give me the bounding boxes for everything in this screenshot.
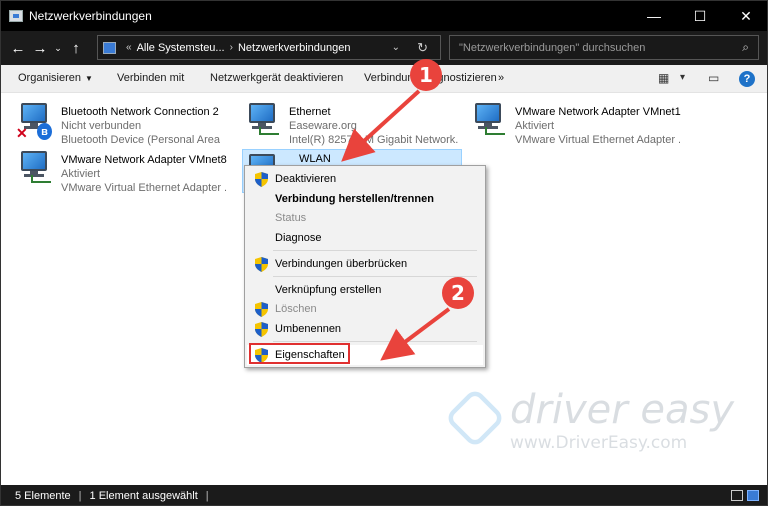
more-commands-button[interactable]: »: [498, 72, 504, 84]
uac-shield-icon: [255, 257, 268, 272]
chevron-down-icon: ▼: [84, 74, 93, 83]
connection-name: WLAN: [299, 153, 331, 165]
menu-item-bridge[interactable]: Verbindungen überbrücken: [247, 254, 483, 274]
connection-name: VMware Network Adapter VMnet1: [515, 106, 681, 118]
address-bar[interactable]: « Alle Systemsteu... › Netzwerkverbindun…: [97, 35, 441, 60]
drivereasy-watermark: driver easy www.DriverEasy.com: [444, 385, 736, 455]
menu-item-connect-disconnect[interactable]: Verbindung herstellen/trennen: [247, 189, 483, 209]
menu-item-label: Diagnose: [275, 232, 322, 244]
maximize-button[interactable]: ☐: [677, 1, 723, 31]
recent-locations-icon[interactable]: ⌄: [51, 43, 65, 54]
menu-item-rename[interactable]: Umbenennen: [247, 319, 483, 339]
uac-shield-icon: [255, 302, 268, 317]
status-bar: 5 Elemente | 1 Element ausgewählt |: [1, 485, 767, 505]
connection-status: Aktiviert: [61, 168, 101, 180]
connection-name: Ethernet: [289, 106, 331, 118]
organize-label: Organisieren: [18, 72, 81, 84]
watermark-brand: driver easy: [510, 387, 735, 433]
drivereasy-logo-icon: [444, 387, 506, 449]
properties-highlight-box: [249, 343, 350, 364]
menu-item-label: Umbenennen: [275, 323, 342, 335]
large-icons-view-icon[interactable]: [747, 490, 759, 501]
status-separator: |: [78, 490, 82, 502]
connection-vmnet8[interactable]: VMware Network Adapter VMnet8 Aktiviert …: [15, 147, 235, 194]
menu-item-deactivate[interactable]: Deaktivieren: [247, 169, 483, 189]
menu-item-label: Status: [275, 212, 307, 224]
connection-vmnet1[interactable]: VMware Network Adapter VMnet1 Aktiviert …: [469, 99, 684, 146]
breadcrumb-overflow-icon[interactable]: «: [126, 42, 132, 53]
forward-arrow-icon[interactable]: →: [29, 40, 51, 57]
menu-separator: [273, 276, 477, 277]
connect-to-button[interactable]: Verbinden mit: [117, 72, 184, 84]
menu-separator: [273, 250, 477, 251]
breadcrumb-separator-icon[interactable]: ›: [230, 42, 233, 53]
help-icon[interactable]: ?: [739, 71, 755, 87]
selection-count: 1 Element ausgewählt: [89, 490, 198, 502]
organize-button[interactable]: Organisieren ▼: [18, 72, 93, 84]
step-2-marker: 2: [442, 277, 474, 309]
up-arrow-icon[interactable]: ↑: [65, 40, 87, 57]
menu-item-label: Verknüpfung erstellen: [275, 284, 382, 296]
close-button[interactable]: ✕: [723, 1, 767, 31]
connection-device: Bluetooth Device (Personal Area ...: [61, 134, 221, 146]
uac-shield-icon: [255, 322, 268, 337]
view-options-icon[interactable]: ▾: [680, 72, 685, 83]
network-adapter-icon: [243, 99, 283, 139]
step-1-marker: 1: [410, 59, 442, 91]
search-box[interactable]: ⌕: [449, 35, 759, 60]
control-panel-icon: [103, 41, 116, 54]
connection-ethernet[interactable]: Ethernet Easeware.org Intel(R) 82579LM G…: [243, 99, 461, 146]
network-adapter-icon: [15, 147, 55, 187]
search-icon[interactable]: ⌕: [742, 40, 749, 55]
title-bar: Netzwerkverbindungen — ☐ ✕: [1, 1, 767, 31]
connection-bluetooth-2[interactable]: ✕ ʙ Bluetooth Network Connection 2 Nicht…: [15, 99, 230, 146]
disconnected-x-icon: ✕: [16, 125, 28, 141]
window-title: Netzwerkverbindungen: [29, 9, 152, 23]
connection-name: VMware Network Adapter VMnet8: [61, 154, 227, 166]
breadcrumb-network-connections[interactable]: Netzwerkverbindungen: [238, 42, 351, 54]
connection-status: Aktiviert: [515, 120, 555, 132]
back-arrow-icon[interactable]: ←: [7, 40, 29, 57]
menu-separator: [273, 341, 477, 342]
breadcrumb-all-control-panel[interactable]: Alle Systemsteu...: [137, 42, 225, 54]
minimize-button[interactable]: —: [631, 1, 677, 31]
menu-item-diagnose[interactable]: Diagnose: [247, 228, 483, 248]
network-adapter-icon: ✕ ʙ: [15, 99, 55, 141]
network-connections-icon: [9, 10, 23, 22]
explorer-window: Netzwerkverbindungen — ☐ ✕ ← → ⌄ ↑ « All…: [0, 0, 768, 506]
preview-pane-icon[interactable]: ▭: [708, 71, 719, 85]
network-adapter-icon: [469, 99, 509, 139]
connection-status: Easeware.org: [289, 120, 357, 132]
menu-item-status[interactable]: Status: [247, 208, 483, 228]
search-input[interactable]: [450, 36, 720, 59]
refresh-icon[interactable]: ↻: [417, 40, 428, 56]
menu-item-label: Verbindungen überbrücken: [275, 258, 408, 270]
context-menu: Deaktivieren Verbindung herstellen/trenn…: [244, 165, 486, 368]
watermark-url: www.DriverEasy.com: [510, 433, 688, 453]
connection-device: Intel(R) 82579LM Gigabit Network...: [289, 134, 459, 146]
details-view-icon[interactable]: [731, 490, 743, 501]
window-controls: — ☐ ✕: [631, 1, 767, 31]
command-bar: Organisieren ▼ Verbinden mit Netzwerkgerä…: [1, 65, 767, 93]
disable-device-button[interactable]: Netzwerkgerät deaktivieren: [210, 72, 343, 84]
status-separator: |: [205, 490, 209, 502]
menu-item-label: Deaktivieren: [275, 173, 337, 185]
uac-shield-icon: [255, 172, 268, 187]
bluetooth-icon: ʙ: [37, 123, 52, 140]
connection-name: Bluetooth Network Connection 2: [61, 106, 219, 118]
connection-status: Nicht verbunden: [61, 120, 142, 132]
connection-device: VMware Virtual Ethernet Adapter ...: [61, 182, 226, 194]
item-count: 5 Elemente: [15, 490, 71, 502]
change-view-icon[interactable]: ▦: [658, 71, 669, 85]
navigation-bar: ← → ⌄ ↑ « Alle Systemsteu... › Netzwerkv…: [1, 31, 767, 65]
connection-device: VMware Virtual Ethernet Adapter ...: [515, 134, 680, 146]
address-dropdown-icon[interactable]: ⌄: [392, 42, 400, 53]
view-toggle: [731, 490, 759, 501]
menu-item-label: Verbindung herstellen/trennen: [275, 193, 434, 205]
menu-item-label: Löschen: [275, 303, 317, 315]
